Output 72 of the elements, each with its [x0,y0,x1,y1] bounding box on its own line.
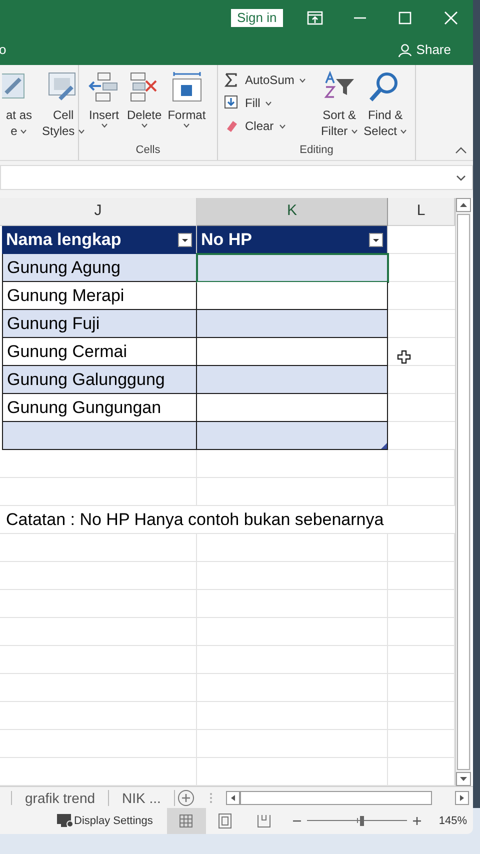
close-icon[interactable] [444,10,458,24]
collapse-ribbon-icon[interactable] [455,146,467,154]
filter-dropdown-icon[interactable] [178,233,192,247]
ribbon-command-button[interactable]: Cell Styles [40,71,87,139]
sigma-icon [224,72,240,88]
person-icon [398,42,414,58]
expand-caret-icon[interactable] [456,174,466,180]
dropdown-caret-icon [140,123,148,128]
sign-in-button[interactable]: Sign in [231,8,283,26]
scroll-up-icon[interactable] [456,198,471,212]
ribbon-command-button[interactable]: Delete [125,71,164,128]
ribbon-command-button[interactable]: Sort & Filter [318,71,360,139]
view-button[interactable] [166,808,206,834]
scroll-down-icon[interactable] [456,772,471,786]
table-cell: Gunung Agung [2,254,197,282]
dropdown-caret-icon [100,123,108,128]
dropdown-caret-icon [265,100,272,106]
dropdown-caret-icon [278,124,286,128]
scroll-right-icon[interactable] [454,790,469,804]
horizontal-scrollbar[interactable] [226,790,469,804]
dropdown-caret-icon [78,128,85,134]
monitor-icon [57,814,73,828]
table-header-cell[interactable]: Nama lengkap [2,226,197,254]
normal-view-icon [177,812,196,830]
column-header[interactable]: L [388,198,455,226]
scrollbar-thumb[interactable] [240,790,432,804]
ribbon-command-button[interactable]: Insert [85,71,123,128]
table-header-cell[interactable]: No HP [197,226,388,254]
vertical-scrollbar[interactable] [455,198,471,786]
ribbon-command-button[interactable]: Clear [224,117,315,135]
cell-cursor-icon [397,350,411,364]
scrollbar-thumb[interactable] [457,214,470,770]
ribbon-command-button[interactable]: AutoSum [224,71,315,89]
zoom-percentage[interactable]: 145% [438,812,468,830]
table-cell: Gunung Fuji [2,310,197,338]
sheet-tab[interactable]: NIK ... [109,790,175,806]
zoom-in-icon[interactable] [412,816,422,826]
dropdown-caret-icon [20,128,28,134]
dropdown-caret-icon [350,128,358,134]
splitter-handle-icon[interactable] [208,792,213,804]
table-cell: Gunung Gungungan [2,394,197,422]
table-cell: Gunung Merapi [2,282,197,310]
sheet-tab[interactable]: grafik trend [12,790,110,806]
scroll-left-icon[interactable] [226,790,240,804]
eraser-icon [224,118,240,134]
ribbon-command-button[interactable]: Fill [224,94,315,112]
note-text: Catatan : No HP Hanya contoh bukan sebenarnya [0,506,455,534]
ribbon-display-icon[interactable] [306,10,323,24]
dropdown-caret-icon [400,128,407,134]
ribbon-command-button[interactable]: Find & Select [362,71,409,139]
table-cell: Gunung Cermai [2,338,197,366]
dropdown-caret-icon [183,123,190,128]
filter-dropdown-icon[interactable] [369,233,383,247]
column-header[interactable]: K [197,198,388,226]
page-layout-icon [216,812,234,830]
zoom-slider[interactable] [306,816,407,826]
zoom-slider-thumb[interactable] [360,816,364,826]
add-sheet-icon[interactable] [176,788,195,806]
fill-down-icon [224,95,240,111]
dropdown-caret-icon [299,78,306,82]
table-cell: Gunung Galunggung [2,366,197,394]
ribbon-command-button[interactable]: Format [166,71,208,128]
page-break-icon [255,812,274,830]
display-settings-button[interactable]: Display Settings [57,812,153,830]
column-header[interactable]: J [0,198,197,226]
ribbon-command-button[interactable]: at as e [0,71,38,139]
share-button[interactable]: Share [398,40,451,60]
resize-handle-icon[interactable] [381,443,387,449]
format-cells-icon [170,71,204,103]
ribbon-group-label: Editing [298,143,334,158]
maximize-icon[interactable] [398,10,412,24]
ribbon-group-label: Cells [134,143,162,158]
